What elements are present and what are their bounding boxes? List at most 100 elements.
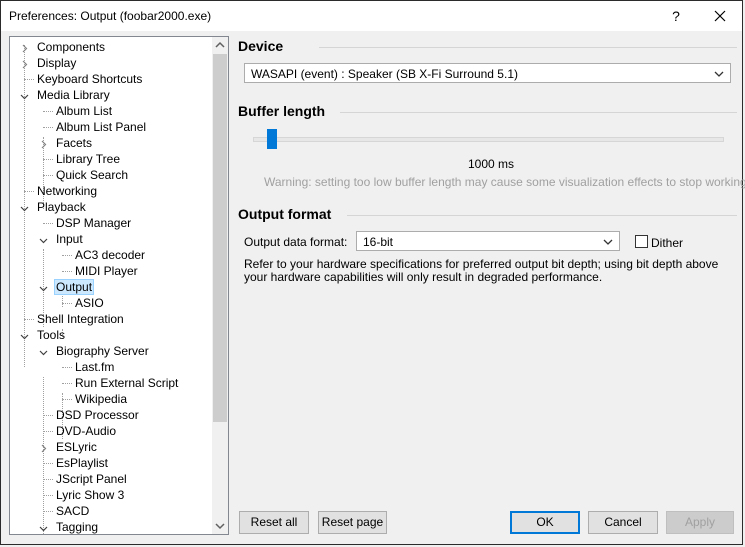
tree-connector [62,367,72,368]
tree-item[interactable]: Quick Search [54,167,130,183]
scroll-thumb[interactable] [213,54,227,422]
tree-item[interactable]: Networking [35,183,99,199]
device-select-value: WASAPI (event) : Speaker (SB X-Fi Surrou… [251,67,518,81]
scroll-down-button[interactable] [212,518,228,534]
tree-item[interactable]: Display [35,55,78,71]
tree-scrollbar[interactable] [212,37,228,534]
tree-connector [43,175,53,176]
tree-item-label: Last.fm [75,360,115,374]
tree-item[interactable]: AC3 decoder [73,247,147,263]
output-format-label: Output data format: [244,235,348,249]
tree-item-label: ESLyric [56,440,97,454]
tree-connector [43,111,53,112]
tree-connector [43,479,53,480]
tree-item-label: Quick Search [56,168,129,182]
window-title: Preferences: Output (foobar2000.exe) [9,9,212,23]
apply-button[interactable]: Apply [666,511,734,534]
output-format-select[interactable]: 16-bit [356,231,620,251]
buffer-slider-track[interactable] [253,137,724,142]
tree-item[interactable]: Wikipedia [73,391,129,407]
tree-item[interactable]: Input [54,231,85,247]
collapsed-chevron-icon[interactable] [20,42,29,53]
help-button[interactable]: ? [665,5,687,27]
tree-item-label: Input [56,232,83,246]
tree-connector [62,383,72,384]
tree-item-label: Run External Script [75,376,179,390]
tree-item[interactable]: DVD-Audio [54,423,118,439]
expanded-chevron-icon[interactable] [20,90,29,100]
tree-item-label: Networking [37,184,98,198]
expanded-chevron-icon[interactable] [39,234,48,244]
tree-item-label: Lyric Show 3 [56,488,125,502]
preferences-tree[interactable]: Components Display Keyboard Shortcuts Media… [9,36,229,535]
tree-item[interactable]: Album List Panel [54,119,148,135]
tree-item-label: Biography Server [56,344,149,358]
expanded-chevron-icon[interactable] [39,346,48,356]
device-rule [319,47,737,48]
tree-item[interactable]: DSD Processor [54,407,141,423]
scroll-up-button[interactable] [212,37,228,53]
tree-item-label: EsPlaylist [56,456,109,470]
tree-item[interactable]: JScript Panel [54,471,129,487]
tree-item[interactable]: DSP Manager [54,215,133,231]
tree-item[interactable]: Last.fm [73,359,116,375]
tree-item-label: DSP Manager [56,216,132,230]
tree-connector [43,495,53,496]
device-select[interactable]: WASAPI (event) : Speaker (SB X-Fi Surrou… [244,63,731,83]
expanded-chevron-icon[interactable] [39,522,48,532]
expanded-chevron-icon[interactable] [20,330,29,340]
cancel-button[interactable]: Cancel [588,511,658,534]
tree-item-label: DVD-Audio [56,424,117,438]
tree-item[interactable]: Keyboard Shortcuts [35,71,144,87]
collapsed-chevron-icon[interactable] [20,58,29,69]
device-heading: Device [238,38,284,54]
chevron-up-icon [215,41,225,48]
tree-item-label: Keyboard Shortcuts [37,72,143,86]
tree-item[interactable]: ESLyric [54,439,99,455]
dither-checkbox[interactable] [635,235,648,248]
dither-label[interactable]: Dither [651,236,683,250]
tree-item[interactable]: Tools [35,327,67,343]
tree-item[interactable]: Components [35,39,107,55]
tree-item[interactable]: Lyric Show 3 [54,487,126,503]
expanded-chevron-icon[interactable] [39,282,48,292]
tree-item[interactable]: Playback [35,199,88,215]
tree-item-label: AC3 decoder [75,248,146,262]
preferences-window: Preferences: Output (foobar2000.exe) ? C… [0,0,745,545]
tree-connector [43,511,53,512]
tree-item-label: ASIO [75,296,104,310]
buffer-slider-thumb[interactable] [267,129,277,149]
tree-item-label: Components [37,40,106,54]
tree-connector [43,159,53,160]
close-button[interactable] [705,3,735,29]
reset-all-button[interactable]: Reset all [239,511,309,534]
expanded-chevron-icon[interactable] [20,202,29,212]
tree-connector [24,191,34,192]
tree-item[interactable]: Tagging [54,519,100,534]
collapsed-chevron-icon[interactable] [39,138,48,149]
tree-item[interactable]: Shell Integration [35,311,126,327]
tree-item[interactable]: Library Tree [54,151,122,167]
ok-button[interactable]: OK [510,511,580,534]
tree-item[interactable]: EsPlaylist [54,455,110,471]
tree-connector [43,223,53,224]
title-bar: Preferences: Output (foobar2000.exe) ? [1,1,742,31]
reset-page-button[interactable]: Reset page [318,511,387,534]
tree-connector [62,399,72,400]
tree-item-label: JScript Panel [56,472,127,486]
tree-item[interactable]: Run External Script [73,375,180,391]
tree-item[interactable]: Album List [54,103,114,119]
tree-item[interactable]: SACD [54,503,91,519]
tree-item[interactable]: MIDI Player [73,263,140,279]
tree-item[interactable]: Output [54,279,95,295]
collapsed-chevron-icon[interactable] [39,442,48,453]
tree-item-label: Album List Panel [56,120,147,134]
tree-item[interactable]: Biography Server [54,343,151,359]
tree-item[interactable]: Facets [54,135,94,151]
tree-item-label: Playback [37,200,86,214]
tree-item[interactable]: ASIO [73,295,106,311]
buffer-rule [340,112,737,113]
tree-connector [43,431,53,432]
tree-item[interactable]: Media Library [35,87,112,103]
output-format-note: Refer to your hardware specifications fo… [244,257,719,284]
